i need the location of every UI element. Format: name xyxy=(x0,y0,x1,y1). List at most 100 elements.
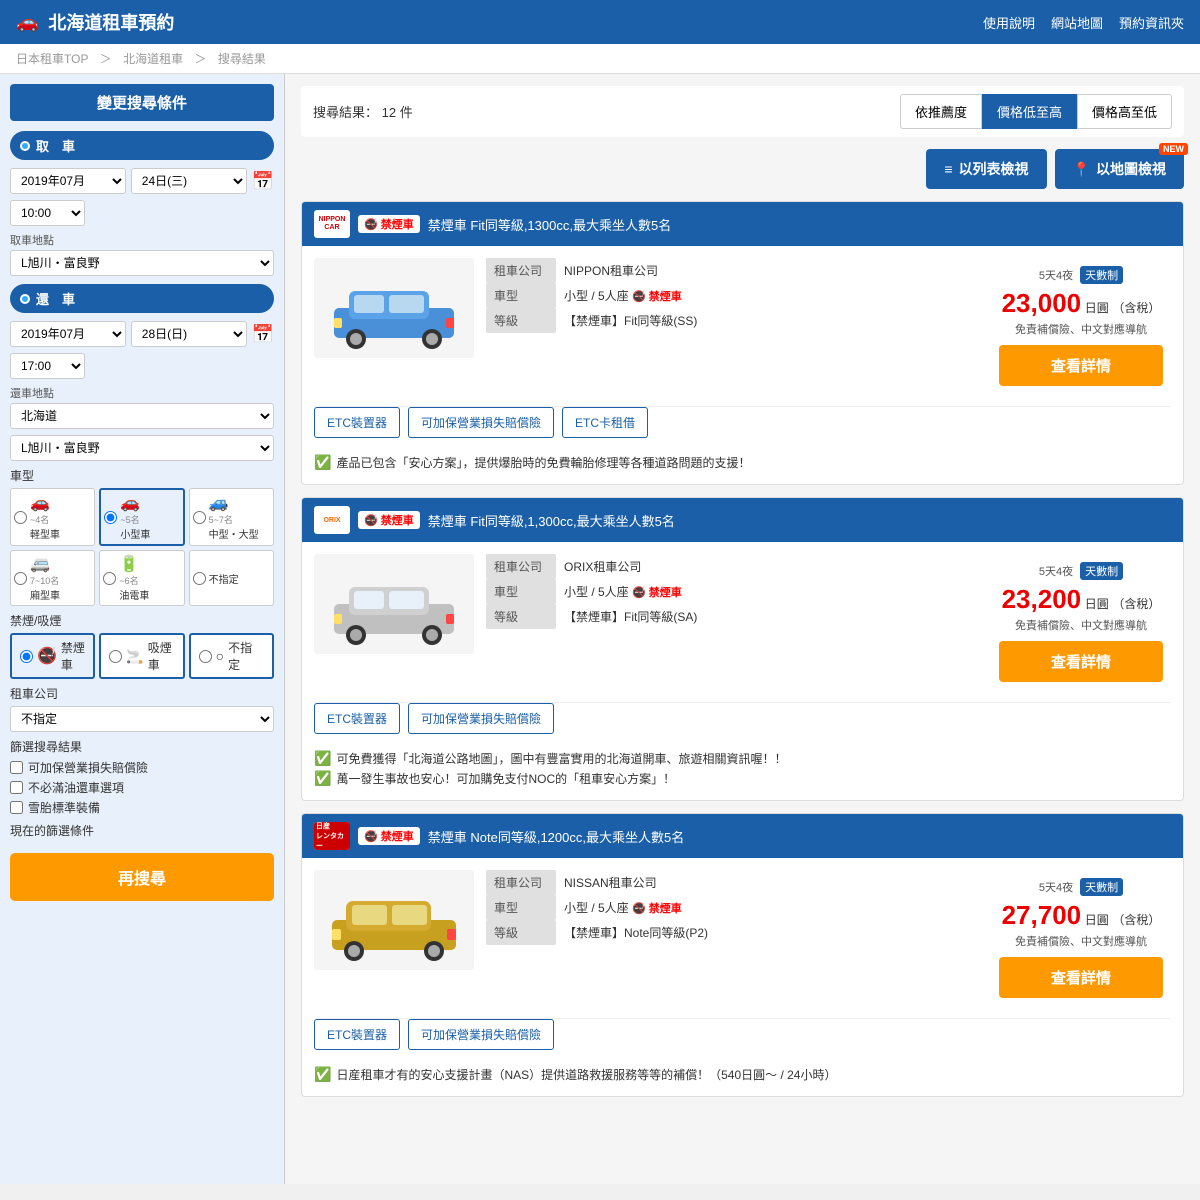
action-btn-etc-card-1[interactable]: ETC卡租借 xyxy=(562,407,648,438)
header-link-sitemap[interactable]: 網站地圖 xyxy=(1051,13,1103,32)
type-value-cell-2: 小型 / 5人座 🚭 禁煙車 xyxy=(556,579,979,604)
current-filter-label: 現在的篩選條件 xyxy=(10,822,274,839)
car-2-svg xyxy=(324,559,464,649)
detail-btn-3[interactable]: 查看詳情 xyxy=(999,957,1163,998)
price-main-3: 27,700 日圓 （含稅） xyxy=(1002,900,1161,931)
smoke-section: 禁煙/吸煙 🚭 禁煙車 🚬 吸煙車 ○ 不指定 xyxy=(10,612,274,679)
return-section-header: 還 車 xyxy=(10,284,274,313)
pickup-calendar-icon[interactable]: 📅 xyxy=(252,171,274,192)
pickup-year-month-select[interactable]: 2019年07月 xyxy=(10,168,126,194)
return-location-select[interactable]: L旭川・富良野 xyxy=(10,435,274,461)
car-option-medium[interactable]: 🚙 5~7名 中型・大型 xyxy=(189,488,274,546)
return-time-row: 17:00 xyxy=(10,353,274,379)
check-icon-2-1: ✅ xyxy=(314,770,331,787)
action-btn-insurance-3[interactable]: 可加保營業損失賠償險 xyxy=(408,1019,554,1050)
action-btn-etc-3[interactable]: ETC裝置器 xyxy=(314,1019,400,1050)
filter-snow: 雪胎標準裝備 xyxy=(10,799,274,816)
car-radio-light[interactable] xyxy=(14,511,27,524)
car-card-3-image xyxy=(314,870,474,970)
car-radio-any[interactable] xyxy=(193,572,206,585)
detail-btn-1[interactable]: 查看詳情 xyxy=(999,345,1163,386)
sidebar: 變更搜尋條件 取 車 2019年07月 24日(三) 📅 10:00 取車地點 … xyxy=(0,74,285,1184)
return-time-select[interactable]: 17:00 xyxy=(10,353,85,379)
type-value-cell-3: 小型 / 5人座 🚭 禁煙車 xyxy=(556,895,979,920)
filter-snow-checkbox[interactable] xyxy=(10,801,23,814)
car-option-any[interactable]: 不指定 xyxy=(189,550,274,606)
car-card-3-body: 租車公司 NISSAN租車公司 車型 小型 / 5人座 🚭 禁煙車 等級 xyxy=(302,858,1183,1018)
car-info-table-1: 租車公司 NIPPON租車公司 車型 小型 / 5人座 🚭 禁煙車 等級 xyxy=(486,258,979,333)
breadcrumb-region[interactable]: 北海道租車 xyxy=(123,52,183,66)
car-option-ev[interactable]: 🔋 ~6名 油電車 xyxy=(99,550,184,606)
grade-value-cell-2: 【禁煙車】Fit同等級(SA) xyxy=(556,604,979,629)
pickup-day-select[interactable]: 24日(三) xyxy=(131,168,247,194)
smoke-radio-no[interactable] xyxy=(20,650,33,663)
list-view-button[interactable]: ≡ 以列表檢視 xyxy=(926,149,1046,189)
price-main-2: 23,200 日圓 （含稅） xyxy=(1002,584,1161,615)
smoke-any-icon: ○ xyxy=(216,648,224,664)
return-prefecture-select[interactable]: 北海道 xyxy=(10,403,274,429)
orix-logo: ORIX xyxy=(314,506,350,534)
action-btn-insurance-1[interactable]: 可加保營業損失賠償險 xyxy=(408,407,554,438)
smoke-option-smoke[interactable]: 🚬 吸煙車 xyxy=(99,633,184,679)
pickup-section-header: 取 車 xyxy=(10,131,274,160)
detail-btn-2[interactable]: 查看詳情 xyxy=(999,641,1163,682)
filter-insurance: 可加保營業損失賠償險 xyxy=(10,759,274,776)
list-view-label: 以列表檢視 xyxy=(959,159,1029,179)
company-select[interactable]: 不指定 xyxy=(10,706,274,732)
price-note-2: 免責補償險、中文對應導航 xyxy=(1015,617,1147,633)
filter-insurance-checkbox[interactable] xyxy=(10,761,23,774)
car-info-table-3: 租車公司 NISSAN租車公司 車型 小型 / 5人座 🚭 禁煙車 等級 xyxy=(486,870,979,945)
return-year-month-select[interactable]: 2019年07月 xyxy=(10,321,126,347)
smoke-radio-any[interactable] xyxy=(199,650,212,663)
car-radio-medium[interactable] xyxy=(193,511,206,524)
car-card-3-actions: ETC裝置器 可加保營業損失賠償險 xyxy=(302,1019,1183,1060)
smoke-option-no-smoke[interactable]: 🚭 禁煙車 xyxy=(10,633,95,679)
sort-btn-recommended[interactable]: 依推薦度 xyxy=(900,94,982,129)
filter-snow-label[interactable]: 雪胎標準裝備 xyxy=(28,799,100,816)
smoke-label: 禁煙/吸煙 xyxy=(10,612,274,629)
info-row-type-2: 車型 小型 / 5人座 🚭 禁煙車 xyxy=(486,579,979,604)
pickup-location-select[interactable]: L旭川・富良野 xyxy=(10,250,274,276)
action-btn-etc-2[interactable]: ETC裝置器 xyxy=(314,703,400,734)
sort-btn-price-desc[interactable]: 價格高至低 xyxy=(1077,94,1172,129)
car-option-van[interactable]: 🚐 7~10名 廂型車 xyxy=(10,550,95,606)
return-calendar-icon[interactable]: 📅 xyxy=(252,324,274,345)
pickup-date-row: 2019年07月 24日(三) 📅 xyxy=(10,168,274,194)
header-link-guide[interactable]: 使用說明 xyxy=(983,13,1035,32)
type-label-cell-3: 車型 xyxy=(486,895,556,920)
filter-oil: 不必滿油還車選項 xyxy=(10,779,274,796)
breadcrumb-home[interactable]: 日本租車TOP xyxy=(16,52,88,66)
car-any-content: 不指定 xyxy=(209,571,239,586)
filter-insurance-label[interactable]: 可加保營業損失賠償險 xyxy=(28,759,148,776)
search-button[interactable]: 再搜尋 xyxy=(10,853,274,901)
map-view-button[interactable]: NEW 📍 以地圖檢視 xyxy=(1055,149,1184,189)
car-card-3-info: 租車公司 NISSAN租車公司 車型 小型 / 5人座 🚭 禁煙車 等級 xyxy=(486,870,979,1006)
car-option-small[interactable]: 🚗 ~5名 小型車 xyxy=(99,488,184,546)
no-smoke-tag-3: 🚭 禁煙車 xyxy=(632,903,682,915)
company-value-cell-3: NISSAN租車公司 xyxy=(556,870,979,895)
filter-section: 篩選搜尋結果 可加保營業損失賠償險 不必滿油還車選項 雪胎標準裝備 xyxy=(10,738,274,816)
filter-oil-checkbox[interactable] xyxy=(10,781,23,794)
car-card-1-info-bar: ✅ 產品已包含「安心方案」，提供爆胎時的免費輪胎修理等各種道路問題的支援！ xyxy=(302,448,1183,484)
action-btn-insurance-2[interactable]: 可加保營業損失賠償險 xyxy=(408,703,554,734)
return-day-select[interactable]: 28日(日) xyxy=(131,321,247,347)
car-radio-van[interactable] xyxy=(14,572,27,585)
grade-label-cell-3: 等級 xyxy=(486,920,556,945)
price-note-1: 免責補償險、中文對應導航 xyxy=(1015,321,1147,337)
pickup-time-select[interactable]: 10:00 xyxy=(10,200,85,226)
smoke-grid: 🚭 禁煙車 🚬 吸煙車 ○ 不指定 xyxy=(10,633,274,679)
breadcrumb: 日本租車TOP ＞ 北海道租車 ＞ 搜尋結果 xyxy=(0,44,1200,74)
smoke-option-any[interactable]: ○ 不指定 xyxy=(189,633,274,679)
car-option-light[interactable]: 🚗 ~4名 軽型車 xyxy=(10,488,95,546)
car-radio-small[interactable] xyxy=(104,511,117,524)
action-btn-etc-1[interactable]: ETC裝置器 xyxy=(314,407,400,438)
return-date-row: 2019年07月 28日(日) 📅 xyxy=(10,321,274,347)
car-radio-ev[interactable] xyxy=(103,572,116,585)
car-card-2: ORIX 🚭 禁煙車 禁煙車 Fit同等級,1,300cc,最大乘坐人數5名 xyxy=(301,497,1184,801)
return-dot xyxy=(20,294,30,304)
header-link-reservation[interactable]: 預約資訊夾 xyxy=(1119,13,1184,32)
smoke-radio-yes[interactable] xyxy=(109,650,122,663)
grade-label-cell-1: 等級 xyxy=(486,308,556,333)
filter-oil-label[interactable]: 不必滿油還車選項 xyxy=(28,779,124,796)
sort-btn-price-asc[interactable]: 價格低至高 xyxy=(982,94,1077,129)
